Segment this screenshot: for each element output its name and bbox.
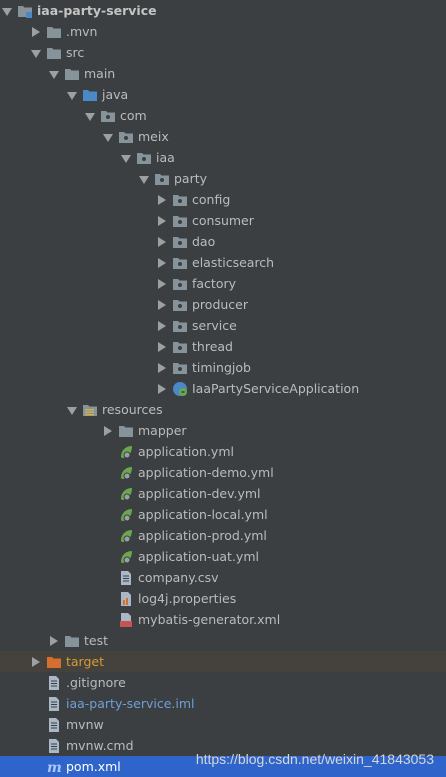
source-folder-icon [82,87,98,103]
expand-arrow[interactable] [47,63,61,84]
expand-arrow[interactable] [137,168,151,189]
tree-item-resources[interactable]: resources [0,399,446,420]
tree-item-package[interactable]: timingjob [0,357,446,378]
tree-item-iaa[interactable]: iaa [0,147,446,168]
collapse-arrow[interactable] [47,630,61,651]
root-label: iaa-party-service [37,3,157,18]
package-icon [100,108,116,124]
tree-item-app-class[interactable]: IaaPartyServiceApplication [0,378,446,399]
project-tree: iaa-party-service .mvn src main java com… [0,0,446,777]
text-file-icon [46,717,62,733]
collapse-arrow[interactable] [29,21,43,42]
collapse-arrow[interactable] [29,651,43,672]
text-file-icon [46,738,62,754]
collapse-arrow[interactable] [155,336,169,357]
folder-icon [46,45,62,61]
tree-item-package[interactable]: producer [0,294,446,315]
package-icon [172,234,188,250]
properties-file-icon [118,591,134,607]
tree-item-company-csv[interactable]: company.csv [0,567,446,588]
tree-item-yml[interactable]: application-uat.yml [0,546,446,567]
expand-arrow[interactable] [0,0,14,21]
package-icon [154,171,170,187]
text-file-icon [46,675,62,691]
tree-item-mvn[interactable]: .mvn [0,21,446,42]
tree-item-yml[interactable]: application-prod.yml [0,525,446,546]
spring-config-icon [118,486,134,502]
folder-icon [64,66,80,82]
package-icon [172,276,188,292]
tree-item-mapper[interactable]: mapper [0,420,446,441]
collapse-arrow[interactable] [155,231,169,252]
tree-item-package[interactable]: config [0,189,446,210]
spring-config-icon [118,444,134,460]
tree-item-package[interactable]: factory [0,273,446,294]
package-icon [172,297,188,313]
package-icon [172,360,188,376]
tree-item-yml[interactable]: application-dev.yml [0,483,446,504]
tree-item-log4j[interactable]: log4j.properties [0,588,446,609]
tree-item-iml[interactable]: iaa-party-service.iml [0,693,446,714]
collapse-arrow[interactable] [155,378,169,399]
collapse-arrow[interactable] [155,294,169,315]
tree-item-target[interactable]: target [0,651,446,672]
text-file-icon [118,570,134,586]
spring-boot-class-icon [172,381,188,397]
collapse-arrow[interactable] [155,252,169,273]
expand-arrow[interactable] [65,84,79,105]
tree-item-test[interactable]: test [0,630,446,651]
spring-config-icon [118,528,134,544]
tree-item-meix[interactable]: meix [0,126,446,147]
watermark-url: https://blog.csdn.net/weixin_41843053 [195,751,434,767]
tree-item-yml[interactable]: application-local.yml [0,504,446,525]
spring-config-icon [118,549,134,565]
package-icon [172,213,188,229]
tree-item-main[interactable]: main [0,63,446,84]
resources-folder-icon [82,402,98,418]
tree-item-package[interactable]: consumer [0,210,446,231]
maven-icon [46,759,62,775]
package-icon [118,129,134,145]
tree-item-package[interactable]: service [0,315,446,336]
folder-icon [118,423,134,439]
collapse-arrow[interactable] [101,420,115,441]
tree-item-java[interactable]: java [0,84,446,105]
collapse-arrow[interactable] [155,273,169,294]
tree-item-package[interactable]: dao [0,231,446,252]
expand-arrow[interactable] [83,105,97,126]
tree-item-mvnw[interactable]: mvnw [0,714,446,735]
package-icon [136,150,152,166]
tree-item-yml[interactable]: application-demo.yml [0,462,446,483]
collapse-arrow[interactable] [155,357,169,378]
xml-file-icon [118,612,134,628]
package-icon [172,339,188,355]
folder-icon [46,24,62,40]
tree-root[interactable]: iaa-party-service [0,0,446,21]
excluded-folder-icon [46,654,62,670]
spring-config-icon [118,507,134,523]
package-icon [172,318,188,334]
tree-item-gitignore[interactable]: .gitignore [0,672,446,693]
expand-arrow[interactable] [119,147,133,168]
package-icon [172,255,188,271]
collapse-arrow[interactable] [155,315,169,336]
module-folder-icon [17,3,33,19]
tree-item-package[interactable]: thread [0,336,446,357]
expand-arrow[interactable] [29,42,43,63]
tree-item-com[interactable]: com [0,105,446,126]
tree-item-yml[interactable]: application.yml [0,441,446,462]
expand-arrow[interactable] [101,126,115,147]
collapse-arrow[interactable] [155,189,169,210]
tree-item-mybatis[interactable]: mybatis-generator.xml [0,609,446,630]
tree-item-src[interactable]: src [0,42,446,63]
spring-config-icon [118,465,134,481]
iml-file-icon [46,696,62,712]
collapse-arrow[interactable] [155,210,169,231]
package-icon [172,192,188,208]
tree-item-party[interactable]: party [0,168,446,189]
tree-item-package[interactable]: elasticsearch [0,252,446,273]
expand-arrow[interactable] [65,399,79,420]
folder-icon [64,633,80,649]
